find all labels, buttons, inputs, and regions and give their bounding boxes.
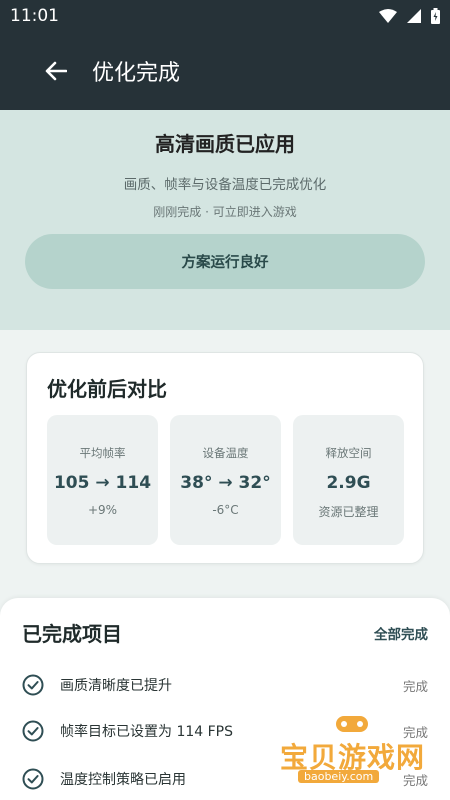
metric-value: 38° → 32° (180, 473, 271, 493)
status-time: 11:01 (10, 6, 59, 26)
item-state: 完成 (402, 678, 428, 694)
status-icons (379, 8, 440, 24)
metric-frame-rate: 平均帧率 105 → 114 +9% (47, 415, 158, 545)
metric-temperature: 设备温度 38° → 32° -6°C (170, 415, 281, 545)
metric-value: 2.9G (326, 473, 371, 493)
hero-section: 高清画质已应用 画质、帧率与设备温度已完成优化 刚刚完成 · 可立即进入游戏 方… (0, 110, 450, 330)
status-button[interactable]: 方案运行良好 (25, 234, 425, 289)
list-item: 帧率目标已设置为 114 FPS 完成 (22, 716, 428, 746)
item-state: 完成 (402, 772, 428, 788)
all-done-link[interactable]: 全部完成 (374, 623, 428, 643)
check-circle-icon (22, 768, 44, 790)
metric-change: 资源已整理 (318, 505, 379, 519)
metric-value: 105 → 114 (53, 473, 152, 493)
list-item: 温度控制策略已启用 完成 (22, 764, 428, 794)
item-label: 帧率目标已设置为 114 FPS (60, 724, 234, 740)
check-circle-icon (22, 674, 44, 696)
wifi-icon (379, 9, 397, 23)
item-label: 画质清晰度已提升 (60, 678, 172, 694)
status-bar: 11:01 (0, 0, 450, 32)
page-title: 优化完成 (92, 61, 181, 86)
completed-card: 已完成项目 全部完成 画质清晰度已提升 完成 帧率目标已设置为 114 FPS … (0, 598, 450, 800)
item-state: 完成 (402, 724, 428, 740)
comparison-card: 优化前后对比 平均帧率 105 → 114 +9% 设备温度 38° → 32°… (26, 352, 424, 564)
comparison-title: 优化前后对比 (47, 377, 167, 401)
check-circle-icon (22, 720, 44, 742)
metric-change: +9% (87, 503, 118, 517)
signal-icon (407, 9, 421, 23)
back-button[interactable] (38, 53, 74, 89)
app-bar: 优化完成 (0, 32, 450, 110)
hero-title: 高清画质已应用 (155, 132, 295, 156)
list-item: 画质清晰度已提升 完成 (22, 670, 428, 700)
item-label: 温度控制策略已启用 (60, 772, 186, 788)
completed-title: 已完成项目 (22, 622, 122, 646)
metric-label: 设备温度 (202, 446, 249, 460)
arrow-left-icon (45, 61, 67, 81)
metric-change: -6°C (212, 503, 239, 517)
battery-icon (431, 8, 440, 24)
metric-label: 释放空间 (325, 446, 372, 460)
hero-subtitle: 画质、帧率与设备温度已完成优化 (123, 177, 327, 193)
hero-note: 刚刚完成 · 可立即进入游戏 (153, 205, 297, 219)
metric-label: 平均帧率 (79, 446, 126, 460)
metric-space: 释放空间 2.9G 资源已整理 (293, 415, 404, 545)
